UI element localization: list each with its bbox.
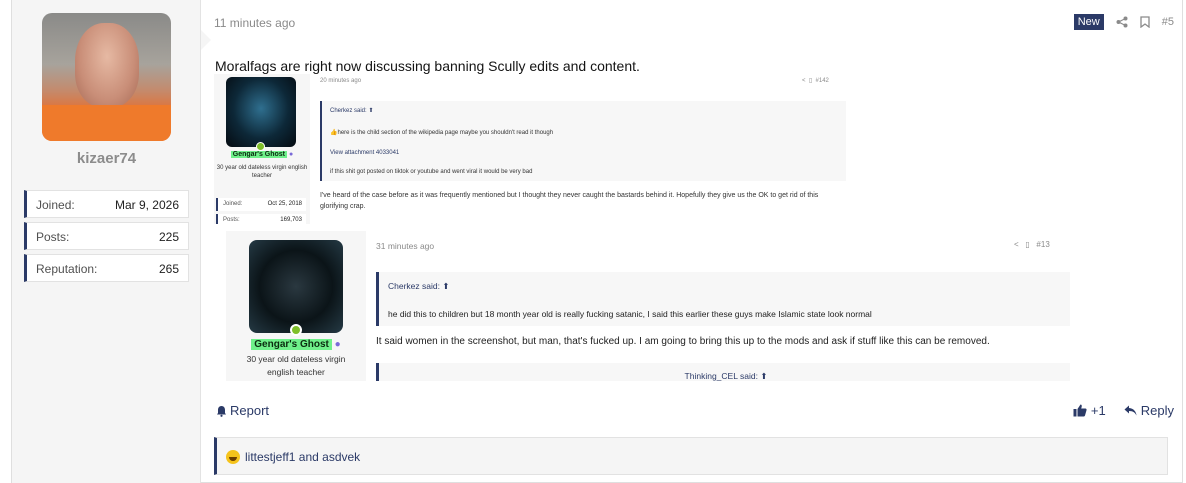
quote-author: Cherkez said: ⬆ [330, 107, 373, 114]
quote-line: he did this to children but 18 month yea… [388, 309, 872, 319]
avatar-shirt [42, 105, 171, 141]
bookmark-icon: ▯ [1025, 240, 1030, 249]
reactions-bar[interactable]: littestjeff1 and asdvek [214, 437, 1168, 475]
post-time[interactable]: 11 minutes ago [214, 16, 295, 30]
like-button[interactable]: +1 [1073, 403, 1106, 418]
verified-icon: ● [288, 151, 294, 158]
laughing-emoji-icon [226, 450, 240, 464]
post-actions: New #5 [1073, 13, 1174, 31]
screenshot1-actions: < ▯ #142 [802, 77, 829, 84]
stat-value: 169,703 [280, 217, 302, 223]
embedded-screenshot-2[interactable]: Gengar's Ghost ● 30 year old dateless vi… [226, 231, 1070, 381]
screenshot1-user: Gengar's Ghost ● 30 year old dateless vi… [214, 74, 310, 224]
thumbs-up-icon [1073, 404, 1087, 417]
username[interactable]: kizaer74 [12, 150, 201, 167]
screenshot1-user-title: 30 year old dateless virgin english teac… [216, 165, 308, 179]
arrow-up-icon: ⬆ [760, 371, 768, 381]
stat-value: Oct 25, 2018 [267, 201, 302, 207]
stat-label: Reputation: [36, 262, 98, 276]
post-footer-actions: +1 Reply [1073, 403, 1174, 418]
post-text: Moralfags are right now discussing banni… [215, 58, 640, 74]
bookmark-icon[interactable] [1140, 16, 1150, 28]
quote-line-text: here is the child section of the wikiped… [337, 130, 554, 136]
quote-author: Cherkez said: ⬆ [388, 281, 449, 292]
like-count: +1 [1090, 403, 1106, 418]
screenshot1-username: Gengar's Ghost ● [214, 151, 310, 158]
stat-value: 225 [158, 230, 179, 244]
quote-line: 👍here is the child section of the wikipe… [330, 129, 553, 136]
share-icon: < [1014, 240, 1019, 249]
stat-label: Joined: [36, 198, 75, 212]
screenshot2-quote: Cherkez said: ⬆ he did this to children … [376, 272, 1070, 326]
screenshot2-user: Gengar's Ghost ● 30 year old dateless vi… [226, 231, 366, 381]
screenshot2-user-title: 30 year old dateless virgin english teac… [226, 353, 366, 379]
share-icon: < [802, 78, 806, 84]
verified-icon: ● [334, 339, 341, 350]
stat-joined: Joined: Mar 9, 2026 [24, 190, 189, 218]
user-sidebar: kizaer74 Joined: Mar 9, 2026 Posts: 225 … [12, 0, 211, 483]
stat-posts: Posts: 225 [24, 222, 189, 250]
screenshot2-username: Gengar's Ghost ● [226, 339, 366, 350]
bell-icon [217, 405, 226, 417]
bookmark-icon: ▯ [808, 78, 813, 84]
stat-value: Mar 9, 2026 [114, 198, 179, 212]
arrow-up-icon: ⬆ [368, 108, 374, 114]
embedded-screenshot-1[interactable]: Gengar's Ghost ● 30 year old dateless vi… [214, 74, 854, 224]
quote-author-text: Cherkez said: [330, 108, 367, 114]
screenshot2-actions: < ▯ #13 [1014, 240, 1050, 249]
user-title-line: english teacher [267, 367, 325, 377]
reply-button[interactable]: Reply [1124, 403, 1174, 418]
quote-author: Thinking_CEL said: ⬆ [379, 371, 1070, 381]
screenshot1-body: I've heard of the case before as it was … [320, 192, 819, 210]
reactions-users[interactable]: littestjeff1 and asdvek [245, 450, 360, 464]
arrow-up-icon: ⬆ [442, 281, 450, 291]
reactions-content: littestjeff1 and asdvek [226, 450, 360, 464]
post-number[interactable]: #5 [1162, 16, 1174, 28]
screenshot2-time: 31 minutes ago [376, 241, 435, 251]
stat-reputation: Reputation: 265 [24, 254, 189, 282]
screenshot1-username-text: Gengar's Ghost [230, 151, 288, 158]
quote-line: if this shit got posted on tiktok or you… [330, 169, 533, 175]
avatar[interactable] [42, 13, 171, 141]
stat-label: Joined: [223, 201, 243, 207]
reply-label: Reply [1140, 403, 1174, 418]
screenshot2-body: It said women in the screenshot, but man… [376, 336, 990, 347]
report-button[interactable]: Report [216, 403, 269, 418]
stat-label: Posts: [223, 217, 240, 223]
online-indicator [290, 324, 302, 336]
new-badge: New [1073, 14, 1104, 30]
screenshot1-stat: Posts: 169,703 [216, 214, 306, 224]
screenshot2-username-text: Gengar's Ghost [251, 339, 332, 350]
post-container: kizaer74 Joined: Mar 9, 2026 Posts: 225 … [11, 0, 1183, 483]
attachment-link: View attachment 4033041 [330, 150, 400, 156]
quote-author-text: Cherkez said: [388, 281, 440, 291]
stat-value: 265 [158, 262, 179, 276]
screenshot2-avatar [249, 240, 343, 333]
screenshot1-number: #142 [815, 78, 829, 84]
screenshot2-quote-2: Thinking_CEL said: ⬆ [376, 363, 1070, 381]
post-main: 11 minutes ago New #5 Moralfags are righ… [214, 0, 1174, 483]
online-indicator [256, 142, 265, 151]
user-title-line: 30 year old dateless virgin [246, 354, 346, 364]
reply-icon [1124, 405, 1137, 416]
avatar-face [75, 23, 139, 107]
screenshot2-number: #13 [1036, 240, 1050, 249]
report-label: Report [230, 403, 270, 418]
screenshot1-time: 20 minutes ago [320, 78, 362, 84]
screenshot1-quote: Cherkez said: ⬆ 👍here is the child secti… [320, 101, 846, 181]
quote-author-text: Thinking_CEL said: [684, 371, 758, 381]
screenshot1-avatar [226, 77, 296, 147]
share-icon[interactable] [1116, 16, 1128, 28]
screenshot1-stat: Joined: Oct 25, 2018 [216, 198, 306, 211]
stat-label: Posts: [36, 230, 70, 244]
